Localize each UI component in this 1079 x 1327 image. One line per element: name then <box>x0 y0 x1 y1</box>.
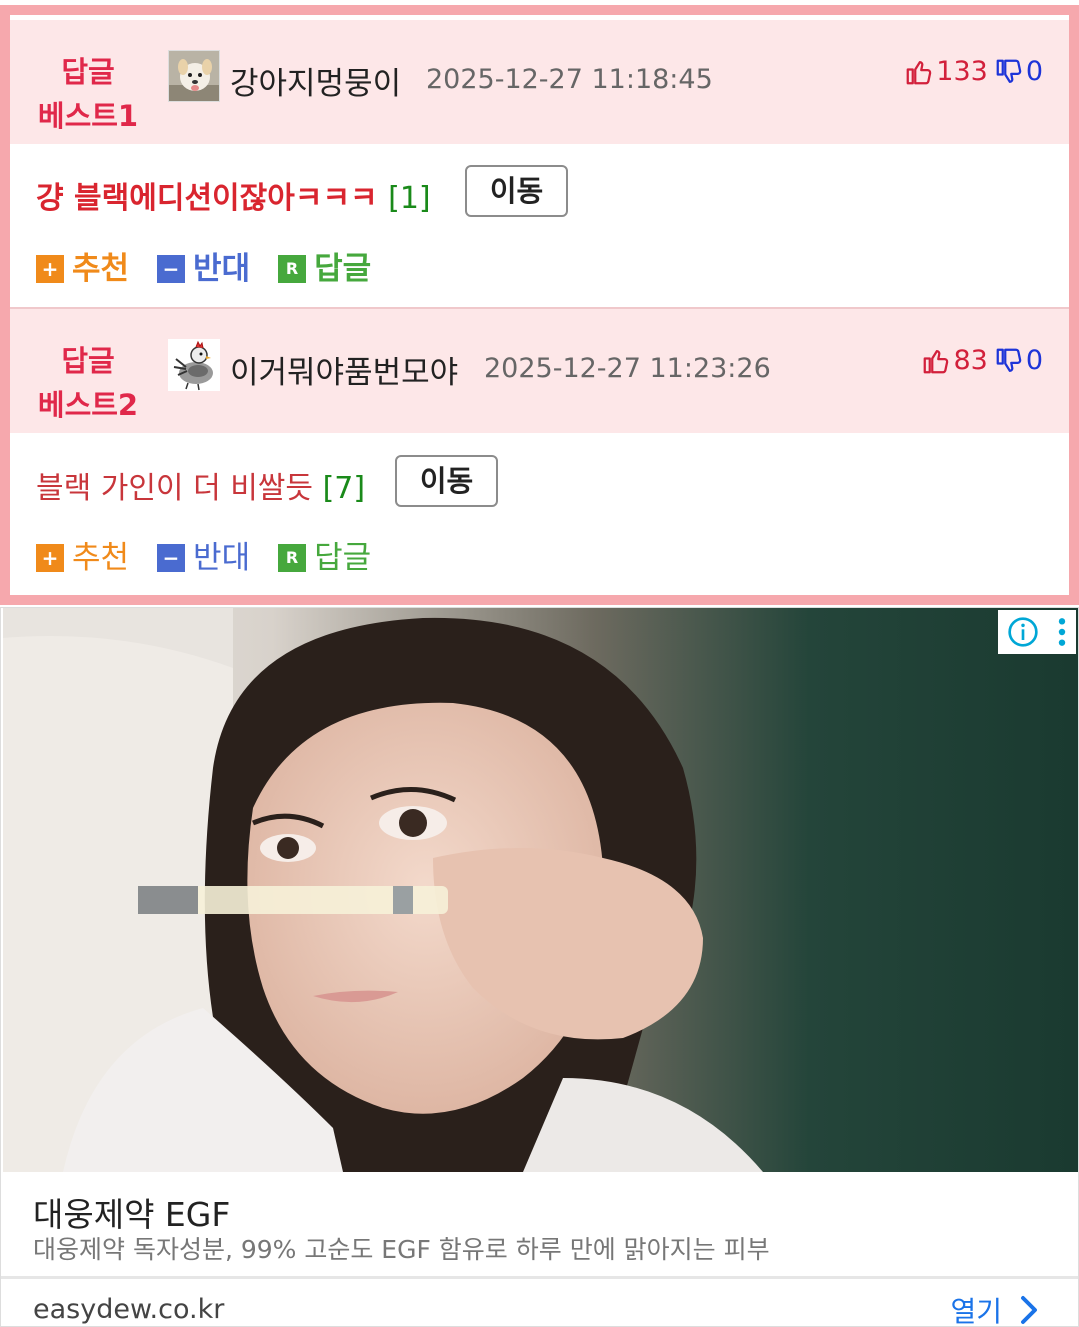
move-button[interactable]: 이동 <box>395 455 498 507</box>
nickname[interactable]: 이거뭐야품번모야 <box>230 347 458 392</box>
more-vertical-icon[interactable] <box>1056 616 1068 648</box>
reply-label: 답글 <box>314 251 372 287</box>
dog-avatar-image <box>169 51 219 101</box>
oppose-button[interactable]: − 반대 <box>157 532 250 577</box>
avatar[interactable] <box>168 339 220 391</box>
oppose-button[interactable]: − 반대 <box>157 243 250 288</box>
thumbs-up-icon <box>906 60 932 84</box>
badge-rank: 베스트1 <box>37 99 139 133</box>
plus-icon: + <box>36 543 64 572</box>
up-count: 133 <box>936 56 988 87</box>
thumbs-up-icon <box>924 349 949 373</box>
up-count: 83 <box>953 345 988 376</box>
comment-actions: + 추천 − 반대 R 답글 <box>36 532 399 577</box>
oppose-label: 반대 <box>193 251 251 287</box>
down-count: 0 <box>1025 56 1043 87</box>
reply-label: 답글 <box>314 540 372 576</box>
comment-date: 2025-12-27 11:18:45 <box>426 64 713 95</box>
reply-button[interactable]: R 답글 <box>278 532 371 577</box>
ad-title[interactable]: 대웅제약 EGF <box>33 1188 230 1236</box>
comment-text[interactable]: 블랙 가인이 더 비쌀듯 <box>36 471 313 506</box>
recommend-label: 추천 <box>72 540 130 576</box>
comment-actions: + 추천 − 반대 R 답글 <box>36 243 399 288</box>
ad-divider <box>1 1276 1078 1279</box>
vote-counts: 83 0 <box>921 345 1043 376</box>
down-count: 0 <box>1025 345 1043 376</box>
info-icon[interactable] <box>1007 616 1039 648</box>
vote-counts: 133 0 <box>904 56 1043 87</box>
chicken-avatar-image <box>168 339 220 391</box>
comment-text-row: 걍 블랙에디션이잖아ㅋㅋㅋ [1] <box>36 173 431 217</box>
ad-description: 대웅제약 독자성분, 99% 고순도 EGF 함유로 하루 만에 맑아지는 피부 <box>33 1235 770 1264</box>
recommend-button[interactable]: + 추천 <box>36 532 129 577</box>
recommend-label: 추천 <box>72 251 130 287</box>
thumbs-down-icon <box>996 59 1022 83</box>
nickname[interactable]: 강아지멍뭉이 <box>230 58 401 103</box>
ad-open-button[interactable]: 열기 <box>950 1290 1038 1327</box>
best-badge: 답글 베스트2 <box>28 339 148 427</box>
reply-button[interactable]: R 답글 <box>278 243 371 288</box>
reply-r-icon: R <box>278 254 307 283</box>
comment-header: 답글 베스트1 강아지멍뭉이 2025-12-27 11:18:45 133 0 <box>10 20 1069 144</box>
badge-label: 답글 <box>61 55 115 89</box>
ad-photo <box>3 608 1078 1172</box>
reply-count: [1] <box>388 181 431 216</box>
ad-image[interactable] <box>3 608 1078 1172</box>
ad-info-bar <box>998 610 1076 654</box>
best-comments-box: 답글 베스트1 강아지멍뭉이 2025-12-27 11:18:45 133 0… <box>0 5 1079 605</box>
badge-label: 답글 <box>61 344 115 378</box>
avatar[interactable] <box>168 50 220 102</box>
minus-icon: − <box>157 254 186 283</box>
comment-date: 2025-12-27 11:23:26 <box>484 353 771 384</box>
oppose-label: 반대 <box>193 540 251 576</box>
ad-open-label: 열기 <box>950 1295 1002 1327</box>
comment-header: 답글 베스트2 이거뭐야품번모야 2025-12-27 11:23:26 83 <box>10 309 1069 433</box>
comment-text[interactable]: 걍 블랙에디션이잖아ㅋㅋㅋ <box>36 181 378 216</box>
comment-text-row: 블랙 가인이 더 비쌀듯 [7] <box>36 463 365 507</box>
recommend-button[interactable]: + 추천 <box>36 243 129 288</box>
badge-rank: 베스트2 <box>37 388 139 422</box>
reply-r-icon: R <box>278 543 307 572</box>
reply-count: [7] <box>322 471 366 506</box>
move-button[interactable]: 이동 <box>465 165 568 217</box>
plus-icon: + <box>36 254 64 283</box>
best-badge: 답글 베스트1 <box>28 50 148 138</box>
chevron-right-icon <box>1021 1296 1037 1324</box>
ad-domain: easydew.co.kr <box>33 1294 225 1325</box>
minus-icon: − <box>157 543 186 572</box>
ad-card[interactable]: 대웅제약 EGF 대웅제약 독자성분, 99% 고순도 EGF 함유로 하루 만… <box>0 607 1079 1327</box>
thumbs-down-icon <box>996 348 1022 372</box>
